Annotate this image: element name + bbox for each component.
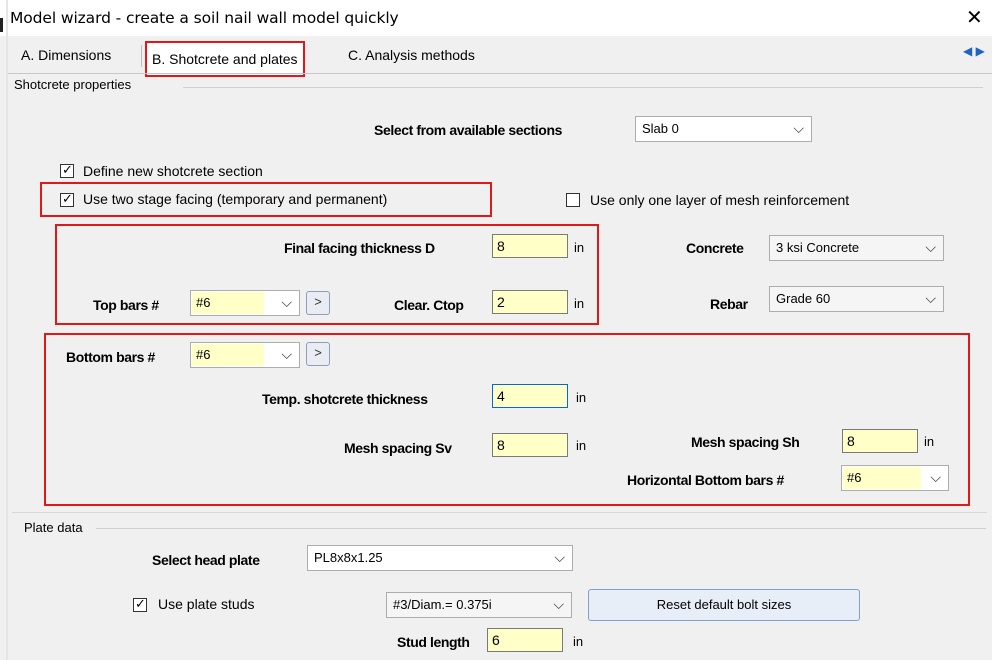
head-plate-label: Select head plate	[152, 552, 260, 568]
final-thickness-label: Final facing thickness D	[284, 240, 435, 256]
rebar-label: Rebar	[710, 296, 748, 312]
rebar-dropdown[interactable]: Grade 60 ⌵	[769, 286, 944, 312]
resize-marker	[0, 18, 3, 32]
temp-thickness-label: Temp. shotcrete thickness	[262, 391, 428, 407]
horiz-bottom-dropdown-value: #6	[843, 467, 921, 489]
tab-dimensions[interactable]: A. Dimensions	[16, 43, 116, 68]
chevron-down-icon: ⌵	[553, 595, 564, 613]
plate-group-line	[96, 528, 986, 529]
bottom-bars-detail-button[interactable]: >	[306, 342, 330, 366]
bottom-bars-dropdown-value: #6	[192, 344, 264, 366]
two-stage-checkbox[interactable]: ✓	[60, 191, 74, 207]
sections-dropdown[interactable]: Slab 0 ⌵	[635, 116, 812, 142]
tab-shotcrete-and-plates[interactable]: B. Shotcrete and plates	[145, 41, 305, 77]
define-new-checkbox[interactable]: ✓	[60, 162, 74, 178]
chevron-down-icon: ⌵	[925, 290, 936, 306]
mesh-sh-unit: in	[924, 434, 935, 449]
tab-scroll-arrows[interactable]: ◀ ▶	[963, 44, 985, 58]
bottom-bars-highlight	[44, 333, 970, 506]
stud-length-unit: in	[573, 634, 584, 649]
chevron-down-icon: ⌵	[281, 346, 292, 362]
top-bars-dropdown-value: #6	[192, 292, 264, 314]
title-bar: Model wizard - create a soil nail wall m…	[0, 0, 992, 36]
reset-bolt-sizes-button[interactable]: Reset default bolt sizes	[588, 589, 860, 621]
stud-size-dropdown[interactable]: #3/Diam.= 0.375i ⌵	[386, 592, 572, 618]
define-new-label: Define new shotcrete section	[83, 163, 263, 179]
stud-length-label: Stud length	[397, 634, 470, 650]
use-studs-label: Use plate studs	[158, 596, 255, 612]
select-sections-label: Select from available sections	[374, 122, 562, 138]
plate-separator	[12, 512, 987, 513]
shotcrete-group-label: Shotcrete properties	[14, 77, 132, 92]
final-thickness-unit: in	[574, 240, 585, 255]
tab-analysis-methods[interactable]: C. Analysis methods	[343, 43, 480, 68]
stud-length-input[interactable]: 6	[487, 628, 563, 652]
head-plate-dropdown-value: PL8x8x1.25	[314, 550, 383, 565]
clear-ctop-input[interactable]: 2	[492, 290, 568, 314]
window-title: Model wizard - create a soil nail wall m…	[10, 9, 399, 27]
one-layer-label: Use only one layer of mesh reinforcement	[590, 192, 850, 208]
shotcrete-group-line	[183, 87, 983, 88]
concrete-label: Concrete	[686, 240, 744, 256]
bottom-bars-dropdown[interactable]: #6 ⌵	[190, 342, 300, 368]
top-bars-dropdown[interactable]: #6 ⌵	[190, 290, 300, 316]
mesh-sv-input[interactable]: 8	[492, 433, 568, 457]
plate-group-label: Plate data	[24, 520, 83, 535]
two-stage-label: Use two stage facing (temporary and perm…	[83, 191, 388, 207]
top-bars-label: Top bars #	[93, 297, 159, 313]
chevron-down-icon: ⌵	[930, 469, 941, 485]
tab-underline	[8, 73, 992, 74]
one-layer-checkbox[interactable]	[566, 193, 580, 207]
chevron-down-icon: ⌵	[281, 294, 292, 310]
chevron-down-icon: ⌵	[925, 239, 936, 255]
check-icon: ✓	[62, 162, 73, 177]
check-icon: ✓	[62, 191, 73, 206]
mesh-sv-label: Mesh spacing Sv	[344, 440, 452, 456]
concrete-dropdown[interactable]: 3 ksi Concrete ⌵	[769, 235, 944, 261]
temp-thickness-input[interactable]: 4	[492, 384, 568, 408]
mesh-sh-input[interactable]: 8	[842, 429, 918, 453]
head-plate-dropdown[interactable]: PL8x8x1.25 ⌵	[307, 545, 573, 571]
clear-ctop-unit: in	[574, 296, 585, 311]
concrete-dropdown-value: 3 ksi Concrete	[776, 240, 860, 255]
stud-size-dropdown-value: #3/Diam.= 0.375i	[393, 597, 492, 612]
use-studs-checkbox[interactable]: ✓	[133, 596, 147, 612]
close-icon[interactable]: ✕	[966, 5, 983, 29]
tab-separator	[141, 45, 142, 67]
top-bars-detail-button[interactable]: >	[306, 291, 330, 315]
clear-ctop-label: Clear. Ctop	[394, 297, 464, 313]
check-icon: ✓	[135, 596, 146, 611]
final-thickness-input[interactable]: 8	[492, 234, 568, 258]
horiz-bottom-dropdown[interactable]: #6 ⌵	[841, 465, 949, 491]
mesh-sh-label: Mesh spacing Sh	[691, 434, 800, 450]
sections-dropdown-value: Slab 0	[642, 121, 679, 136]
chevron-down-icon: ⌵	[793, 120, 804, 136]
bottom-bars-label: Bottom bars #	[66, 349, 155, 365]
horiz-bottom-label: Horizontal Bottom bars #	[627, 472, 784, 488]
mesh-sv-unit: in	[576, 438, 587, 453]
rebar-dropdown-value: Grade 60	[776, 291, 831, 306]
left-border	[6, 0, 8, 660]
temp-thickness-unit: in	[576, 390, 587, 405]
chevron-down-icon: ⌵	[554, 549, 565, 565]
